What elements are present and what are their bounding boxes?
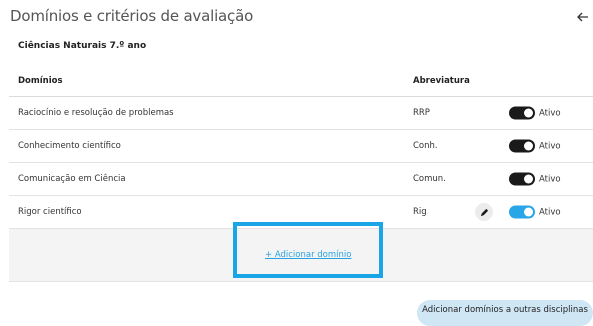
pencil-icon[interactable] [475,203,493,221]
header-domains: Domínios [18,75,63,86]
status-toggle[interactable] [509,106,535,120]
table-row: Comunicação em Ciência Comun. Ativo [9,163,593,196]
status-label: Ativo [539,108,561,118]
domain-abbreviation: Rig [413,207,427,217]
table-header: Domínios Abreviatura [9,65,593,97]
status-label: Ativo [539,174,561,184]
domain-abbreviation: Conh. [413,141,438,151]
highlight-frame [233,222,383,278]
status-toggle[interactable] [509,205,535,219]
domain-abbreviation: RRP [413,108,430,118]
status-toggle[interactable] [509,139,535,153]
add-domains-other-subjects-button[interactable]: Adicionar domínios a outras disciplinas [417,300,593,326]
status-toggle[interactable] [509,172,535,186]
status-toggle-group: Ativo [509,205,561,219]
status-label: Ativo [539,141,561,151]
status-toggle-group: Ativo [509,172,561,186]
header-abbreviation: Abreviatura [413,75,470,86]
subject-title: Ciências Naturais 7.º ano [18,41,147,51]
status-label: Ativo [539,207,561,217]
status-toggle-group: Ativo [509,139,561,153]
status-toggle-group: Ativo [509,106,561,120]
domain-name: Raciocínio e resolução de problemas [18,108,174,118]
domain-abbreviation: Comun. [413,174,446,184]
page-title: Domínios e critérios de avaliação [10,7,254,25]
domain-name: Comunicação em Ciência [18,174,126,184]
domain-name: Conhecimento científico [18,141,121,151]
arrow-left-icon[interactable] [577,7,589,26]
table-row: Raciocínio e resolução de problemas RRP … [9,97,593,130]
domain-name: Rigor científico [18,207,82,217]
table-row: Conhecimento científico Conh. Ativo [9,130,593,163]
